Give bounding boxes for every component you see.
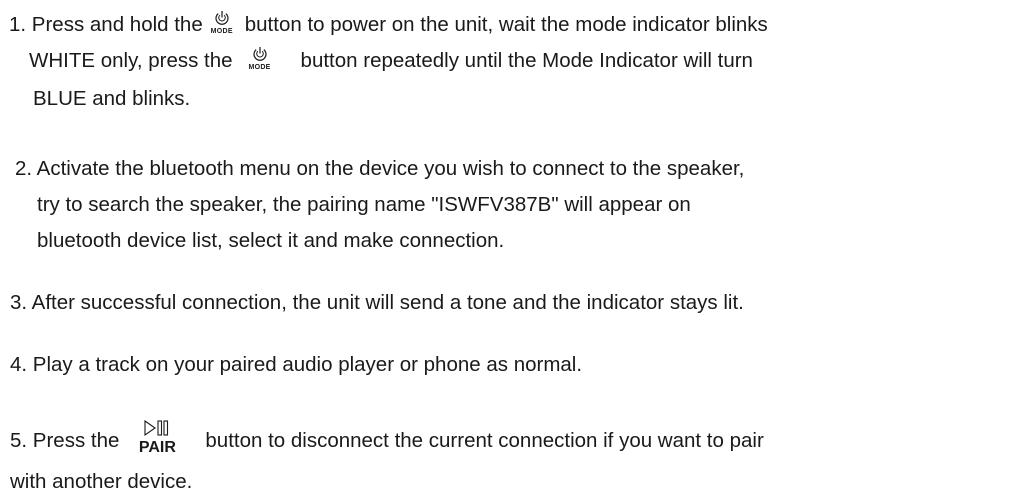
pair-icon-label: PAIR	[138, 439, 176, 456]
step-3-line-1: 3. After successful connection, the unit…	[10, 291, 744, 314]
mode-icon-label: MODE	[210, 28, 233, 35]
power-mode-icon: MODE	[247, 45, 273, 75]
step-1-line-3: BLUE and blinks.	[33, 87, 191, 110]
power-mode-icon: MODE	[209, 9, 235, 39]
step-5-line-1: 5. Press the PAIR button to disconnect the…	[10, 419, 764, 457]
play-pause-icon: PAIR	[137, 419, 177, 457]
mode-icon-label: MODE	[248, 64, 271, 71]
step-2-line-1: 2. Activate the bluetooth menu on the de…	[15, 157, 745, 180]
step-5-line-2: with another device.	[10, 470, 193, 493]
step-1-line-1: 1. Press and hold the MODE button to power…	[9, 9, 768, 39]
step-2-line-3: bluetooth device list, select it and mak…	[37, 229, 505, 252]
step-1-line-2: WHITE only, press the MODE button repeated…	[29, 45, 753, 75]
step-2-line-2: try to search the speaker, the pairing n…	[37, 193, 691, 216]
step-4-line-1: 4. Play a track on your paired audio pla…	[10, 353, 583, 376]
